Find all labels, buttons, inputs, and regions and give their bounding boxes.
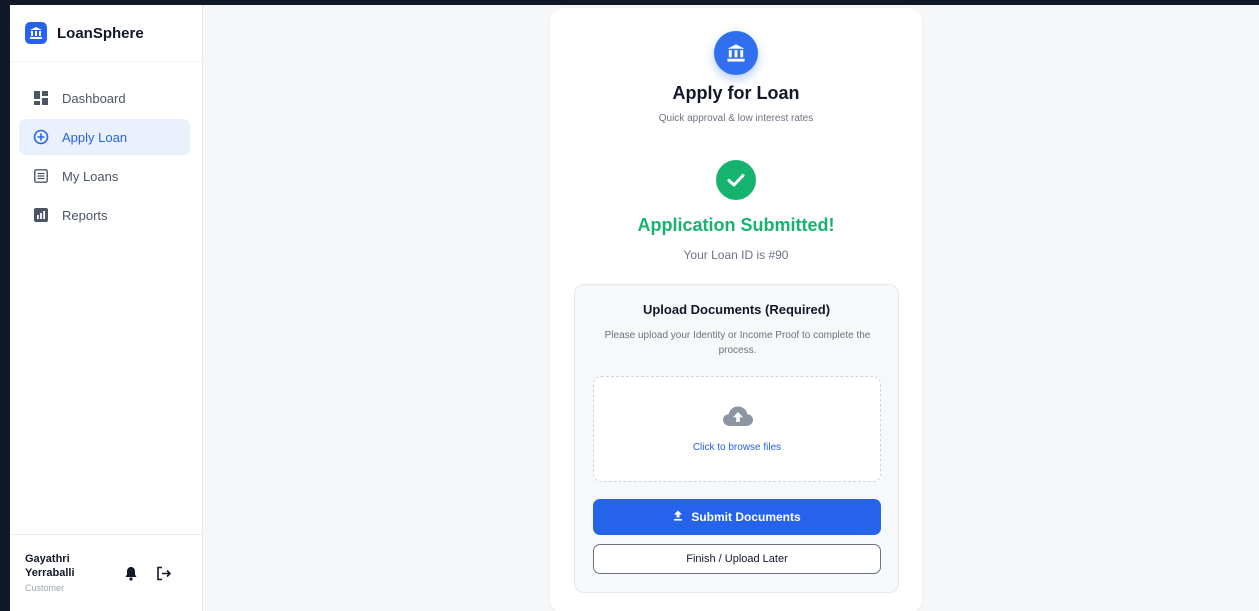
- file-dropzone[interactable]: Click to browse files: [593, 376, 881, 482]
- sidebar-item-dashboard[interactable]: Dashboard: [19, 80, 190, 116]
- bar-chart-icon: [33, 207, 49, 223]
- upload-description: Please upload your Identity or Income Pr…: [604, 330, 871, 356]
- upload-icon: [673, 510, 683, 524]
- list-icon: [33, 168, 49, 184]
- brand[interactable]: LoanSphere: [25, 21, 144, 45]
- user-profile: Gayathri Yerraballi Customer: [25, 552, 195, 593]
- user-name: Gayathri Yerraballi: [25, 553, 75, 579]
- plus-circle-icon: [33, 129, 49, 145]
- upload-documents-panel: Upload Documents (Required) Please uploa…: [574, 284, 899, 593]
- sidebar-nav: Dashboard Apply Loan My Loans Reports: [19, 80, 190, 236]
- sidebar-item-label: My Loans: [62, 168, 119, 184]
- loan-id-text: Your Loan ID is #90: [683, 248, 789, 262]
- page-title: Apply for Loan: [672, 83, 800, 103]
- bank-icon: [25, 22, 47, 44]
- submit-documents-label: Submit Documents: [691, 510, 801, 524]
- sidebar-item-label: Dashboard: [62, 90, 126, 106]
- upload-title: Upload Documents (Required): [642, 302, 831, 317]
- sidebar-item-label: Reports: [62, 207, 108, 223]
- check-circle-icon: [716, 160, 756, 200]
- apply-loan-card: Apply for Loan Quick approval & low inte…: [550, 8, 922, 611]
- sidebar: LoanSphere Dashboard Apply Loan My Loans…: [10, 5, 203, 611]
- logout-icon[interactable]: [156, 566, 172, 586]
- dashboard-grid-icon: [33, 90, 49, 106]
- page-subtitle: Quick approval & low interest rates: [658, 113, 814, 124]
- success-title: Application Submitted!: [637, 215, 835, 235]
- app-name: LoanSphere: [57, 24, 144, 42]
- sidebar-item-my-loans[interactable]: My Loans: [19, 158, 190, 194]
- bell-icon[interactable]: [124, 566, 138, 586]
- sidebar-item-label: Apply Loan: [62, 129, 128, 145]
- finish-upload-later-label: Finish / Upload Later: [686, 553, 788, 565]
- sidebar-item-reports[interactable]: Reports: [19, 197, 190, 233]
- submit-documents-button[interactable]: Submit Documents: [593, 499, 881, 535]
- divider: [10, 61, 203, 62]
- app-window: LoanSphere Dashboard Apply Loan My Loans…: [10, 5, 1259, 611]
- sidebar-item-apply-loan[interactable]: Apply Loan: [19, 119, 190, 155]
- cloud-upload-icon: [722, 405, 754, 427]
- bank-icon: [714, 31, 758, 75]
- browse-files-link[interactable]: Click to browse files: [594, 442, 880, 453]
- user-actions: [124, 566, 172, 586]
- divider: [10, 534, 203, 535]
- finish-upload-later-button[interactable]: Finish / Upload Later: [593, 544, 881, 574]
